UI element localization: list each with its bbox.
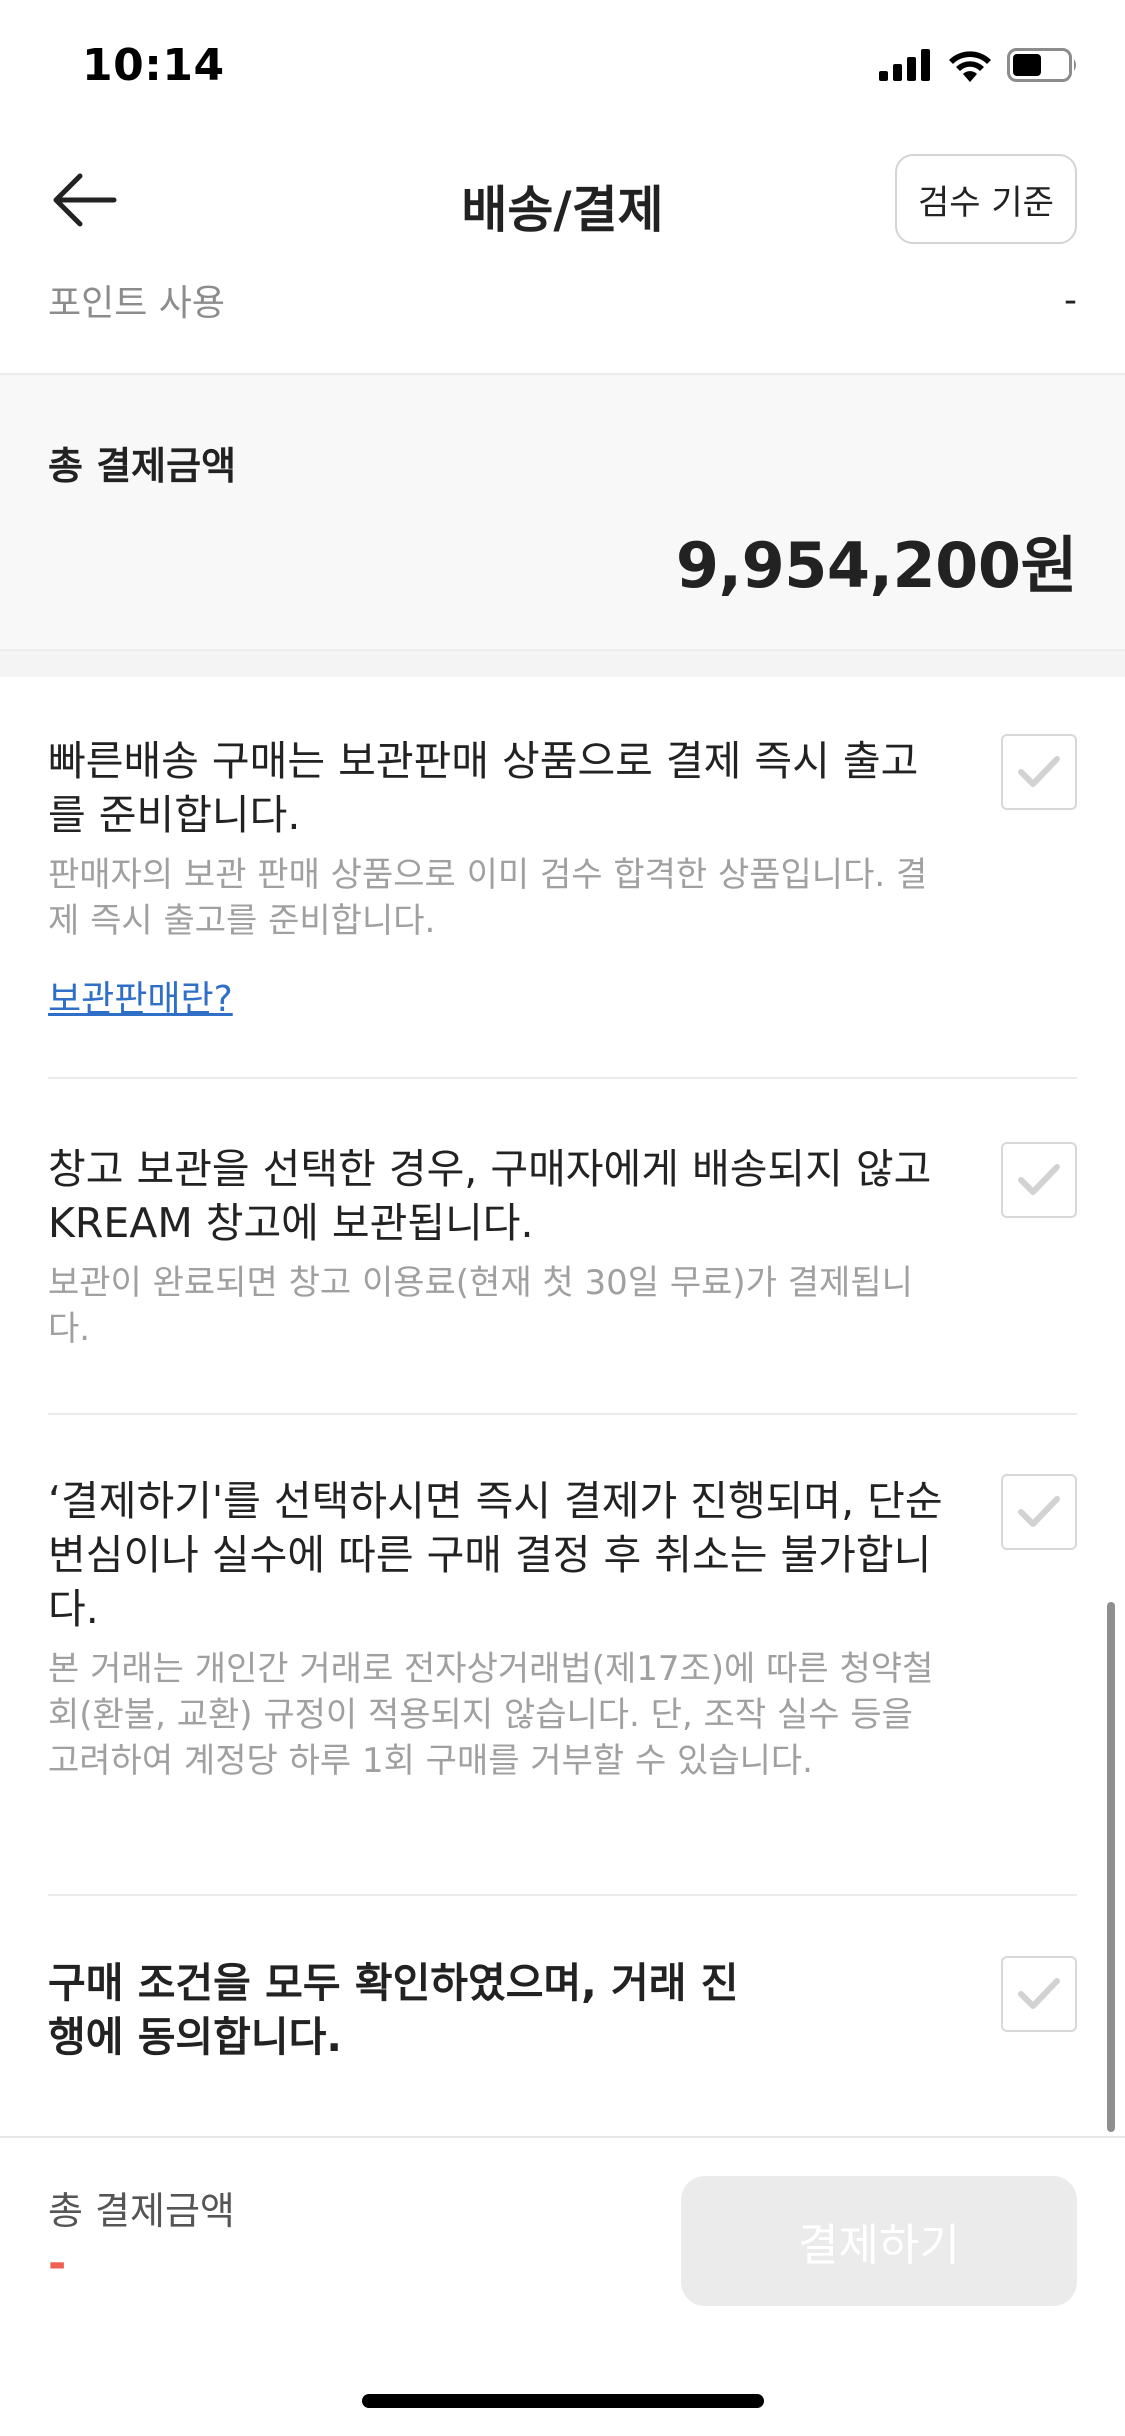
agreement-title: ‘결제하기'를 선택하시면 즉시 결제가 진행되며, 단순 변심이나 실수에 따… bbox=[48, 1477, 943, 1633]
agreement-description: 보관이 완료되면 창고 이용료(현재 첫 30일 무료)가 결제됩니다. bbox=[48, 1263, 913, 1349]
total-payment-amount: 9,954,200원 bbox=[675, 529, 1078, 602]
bottom-total-label: 총 결제금액 bbox=[48, 2189, 235, 2233]
divider bbox=[48, 1894, 1077, 1896]
agreement-checkbox[interactable] bbox=[1001, 1142, 1077, 1218]
check-icon bbox=[1018, 1164, 1060, 1195]
nav-header: 배송/결제 검수 기준 bbox=[0, 140, 1125, 260]
bottom-payment-bar: 총 결제금액 - 결제하기 bbox=[0, 2136, 1125, 2436]
status-bar: 10:14 bbox=[0, 0, 1125, 136]
point-usage-value: - bbox=[1064, 279, 1077, 321]
total-payment-box: 총 결제금액 9,954,200원 bbox=[0, 373, 1125, 651]
divider bbox=[48, 1077, 1077, 1079]
agreement-no-cancellation: ‘결제하기'를 선택하시면 즉시 결제가 진행되며, 단순 변심이나 실수에 따… bbox=[48, 1474, 1077, 1784]
agreement-title: 빠른배송 구매는 보관판매 상품으로 결제 즉시 출고를 준비합니다. bbox=[48, 737, 919, 839]
check-icon bbox=[1018, 1978, 1060, 2009]
section-gap bbox=[0, 651, 1125, 677]
point-usage-label: 포인트 사용 bbox=[48, 283, 226, 324]
total-payment-label: 총 결제금액 bbox=[48, 444, 237, 488]
back-arrow-icon bbox=[53, 173, 117, 227]
agreement-title: 구매 조건을 모두 확인하였으며, 거래 진행에 동의합니다. bbox=[48, 1959, 739, 2061]
agreement-description: 판매자의 보관 판매 상품으로 이미 검수 합격한 상품입니다. 결제 즉시 출… bbox=[48, 855, 928, 941]
home-indicator[interactable] bbox=[362, 2394, 764, 2408]
wifi-icon bbox=[949, 51, 991, 82]
agreement-checkbox[interactable] bbox=[1001, 1956, 1077, 2032]
agreement-warehouse-storage: 창고 보관을 선택한 경우, 구매자에게 배송되지 않고 KREAM 창고에 보… bbox=[48, 1142, 1077, 1352]
agreement-description: 본 거래는 개인간 거래로 전자상거래법(제17조)에 따른 청약철회(환불, … bbox=[48, 1649, 934, 1781]
back-button[interactable] bbox=[44, 164, 124, 236]
check-icon bbox=[1018, 756, 1060, 787]
battery-icon bbox=[1007, 48, 1076, 82]
agreement-fast-delivery: 빠른배송 구매는 보관판매 상품으로 결제 즉시 출고를 준비합니다. 판매자의… bbox=[48, 734, 1077, 1022]
bottom-total-amount: - bbox=[48, 2238, 67, 2289]
point-usage-row: 포인트 사용 - bbox=[48, 270, 1077, 330]
inspection-criteria-button[interactable]: 검수 기준 bbox=[895, 154, 1077, 244]
check-icon bbox=[1018, 1496, 1060, 1527]
agreement-checkbox[interactable] bbox=[1001, 734, 1077, 810]
status-time: 10:14 bbox=[82, 40, 225, 91]
scrollbar-thumb[interactable] bbox=[1107, 1602, 1115, 2132]
storage-sale-info-link[interactable]: 보관판매란? bbox=[48, 970, 233, 1022]
signal-icon bbox=[879, 49, 930, 81]
pay-button[interactable]: 결제하기 bbox=[681, 2176, 1077, 2306]
divider bbox=[48, 1413, 1077, 1415]
status-icons bbox=[879, 48, 1079, 82]
agreement-checkbox[interactable] bbox=[1001, 1474, 1077, 1550]
agreement-title: 창고 보관을 선택한 경우, 구매자에게 배송되지 않고 KREAM 창고에 보… bbox=[48, 1145, 932, 1247]
agreement-confirm-all: 구매 조건을 모두 확인하였으며, 거래 진행에 동의합니다. bbox=[48, 1956, 1077, 2064]
